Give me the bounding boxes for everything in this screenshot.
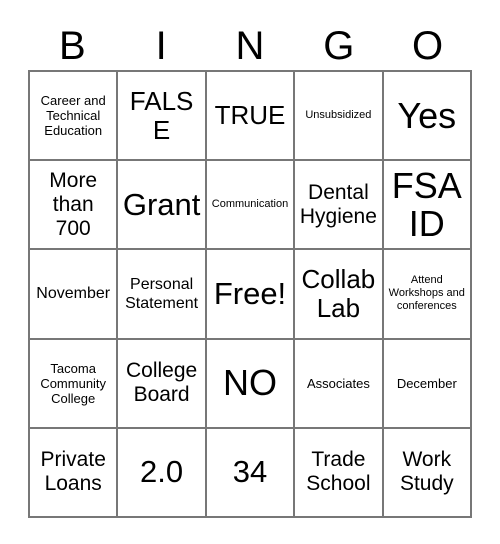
- bingo-cell-i1[interactable]: FALSE: [118, 72, 207, 162]
- bingo-cell-n5[interactable]: 34: [206, 428, 296, 518]
- header-letter-g: G: [323, 24, 355, 68]
- bingo-cell-label: More than 700: [49, 168, 98, 240]
- bingo-cell-label: FSA ID: [391, 164, 462, 244]
- bingo-cell-g1[interactable]: Unsubsidized: [295, 72, 384, 162]
- bingo-cell-label: FALSE: [129, 85, 194, 145]
- bingo-cell-label: Tacoma Community College: [40, 360, 107, 406]
- bingo-cell-b2[interactable]: More than 700: [30, 161, 119, 251]
- bingo-cell-label: Work Study: [399, 448, 454, 496]
- bingo-header-row: B I N G O: [28, 22, 472, 70]
- bingo-cell-label: 2.0: [140, 454, 184, 490]
- bingo-cell-label: Associates: [306, 375, 370, 391]
- bingo-cell-i2[interactable]: Grant: [118, 161, 207, 251]
- bingo-cell-i4[interactable]: College Board: [118, 339, 207, 429]
- bingo-grid: Career and Technical Education FALSE TRU…: [28, 70, 472, 518]
- bingo-cell-b3[interactable]: November: [30, 250, 119, 340]
- bingo-cell-g3[interactable]: Collab Lab: [295, 250, 384, 340]
- bingo-cell-o2[interactable]: FSA ID: [383, 161, 472, 251]
- bingo-cell-label: Yes: [397, 94, 457, 136]
- bingo-cell-label: Collab Lab: [301, 263, 376, 323]
- bingo-cell-label: College Board: [125, 359, 198, 407]
- bingo-cell-n4[interactable]: NO: [206, 339, 296, 429]
- bingo-cell-o4[interactable]: December: [383, 339, 472, 429]
- bingo-cell-label: December: [396, 375, 457, 391]
- bingo-cell-label: Trade School: [306, 448, 371, 496]
- bingo-cell-b1[interactable]: Career and Technical Education: [30, 72, 119, 162]
- header-letter-n: N: [235, 24, 265, 68]
- bingo-cell-label: Dental Hygiene: [299, 180, 377, 228]
- bingo-cell-g4[interactable]: Associates: [295, 339, 384, 429]
- bingo-cell-label: Career and Technical Education: [40, 93, 106, 139]
- header-letter-i: I: [155, 24, 167, 68]
- bingo-cell-label: Communication: [211, 198, 289, 211]
- header-letter-o: O: [412, 24, 444, 68]
- bingo-cell-label: Unsubsidized: [305, 109, 372, 122]
- bingo-cell-label: November: [36, 285, 111, 303]
- header-letter-b: B: [59, 24, 86, 68]
- bingo-cell-label: Private Loans: [40, 448, 106, 496]
- bingo-card: B I N G O Career and Technical Education…: [0, 0, 500, 544]
- bingo-cell-o1[interactable]: Yes: [383, 72, 472, 162]
- bingo-cell-b5[interactable]: Private Loans: [30, 428, 119, 518]
- bingo-cell-i3[interactable]: Personal Statement: [118, 250, 207, 340]
- bingo-cell-label: Personal Statement: [125, 275, 199, 312]
- bingo-cell-g2[interactable]: Dental Hygiene: [295, 161, 384, 251]
- bingo-cell-g5[interactable]: Trade School: [295, 428, 384, 518]
- free-space-label: Free!: [213, 275, 287, 311]
- bingo-cell-i5[interactable]: 2.0: [118, 428, 207, 518]
- bingo-cell-label: TRUE: [214, 100, 286, 131]
- bingo-cell-label: 34: [232, 454, 268, 490]
- bingo-cell-n1[interactable]: TRUE: [206, 72, 296, 162]
- bingo-cell-free-space[interactable]: Free!: [206, 250, 296, 340]
- bingo-cell-label: Grant: [122, 186, 201, 222]
- bingo-cell-label: Attend Workshops and conferences: [388, 274, 465, 313]
- bingo-cell-b4[interactable]: Tacoma Community College: [30, 339, 119, 429]
- bingo-cell-label: NO: [222, 362, 277, 404]
- bingo-cell-o5[interactable]: Work Study: [383, 428, 472, 518]
- bingo-cell-o3[interactable]: Attend Workshops and conferences: [383, 250, 472, 340]
- bingo-cell-n2[interactable]: Communication: [206, 161, 296, 251]
